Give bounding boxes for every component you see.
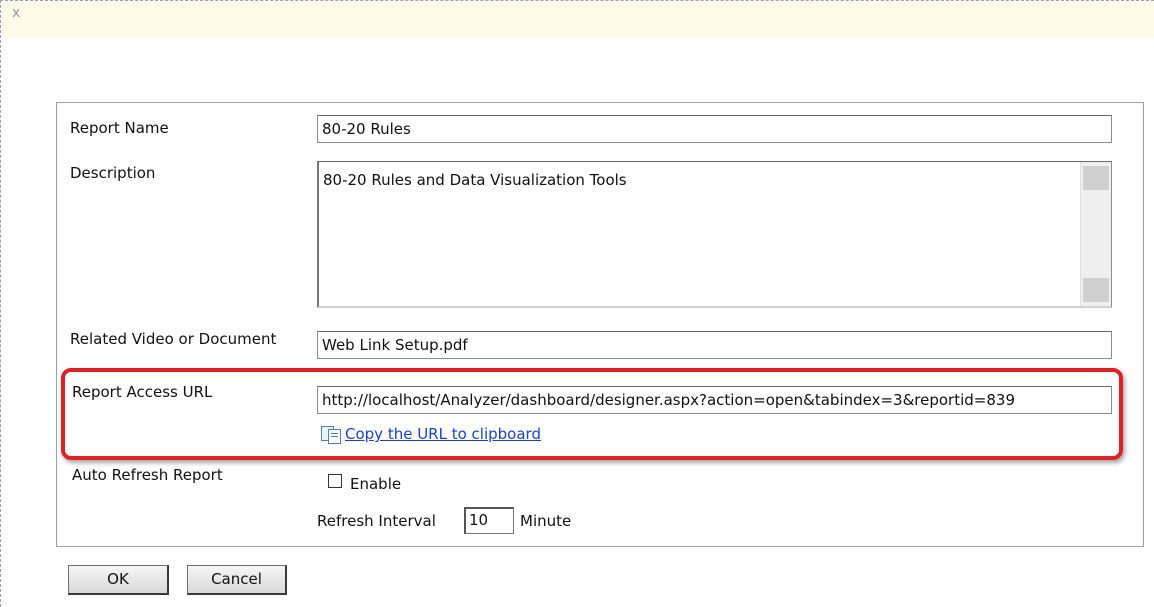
report-name-input[interactable]: 80-20 Rules <box>317 115 1112 143</box>
enable-label: Enable <box>350 475 402 493</box>
refresh-interval-input[interactable]: 10 <box>464 507 514 534</box>
refresh-interval-label: Refresh Interval <box>317 512 436 530</box>
auto-refresh-label: Auto Refresh Report <box>72 466 223 484</box>
description-text: 80-20 Rules and Data Visualization Tools <box>323 171 627 189</box>
scroll-down-button[interactable] <box>1083 278 1109 302</box>
enable-checkbox[interactable] <box>328 474 342 488</box>
close-icon[interactable]: x <box>12 5 20 21</box>
related-document-input[interactable]: Web Link Setup.pdf <box>317 331 1112 359</box>
description-label: Description <box>70 164 156 182</box>
report-properties-dialog: x Report Name 80-20 Rules Description 80… <box>0 0 1154 607</box>
ok-button[interactable]: OK <box>68 565 169 595</box>
report-name-label: Report Name <box>70 119 169 137</box>
related-document-label: Related Video or Document <box>70 330 277 348</box>
dialog-title-bar: x <box>2 2 1154 37</box>
url-highlight-box <box>61 368 1123 460</box>
description-scrollbar[interactable] <box>1080 162 1111 306</box>
cancel-button[interactable]: Cancel <box>187 565 287 595</box>
description-textarea[interactable]: 80-20 Rules and Data Visualization Tools <box>317 161 1112 308</box>
minute-label: Minute <box>520 512 572 530</box>
scroll-up-button[interactable] <box>1083 166 1109 190</box>
